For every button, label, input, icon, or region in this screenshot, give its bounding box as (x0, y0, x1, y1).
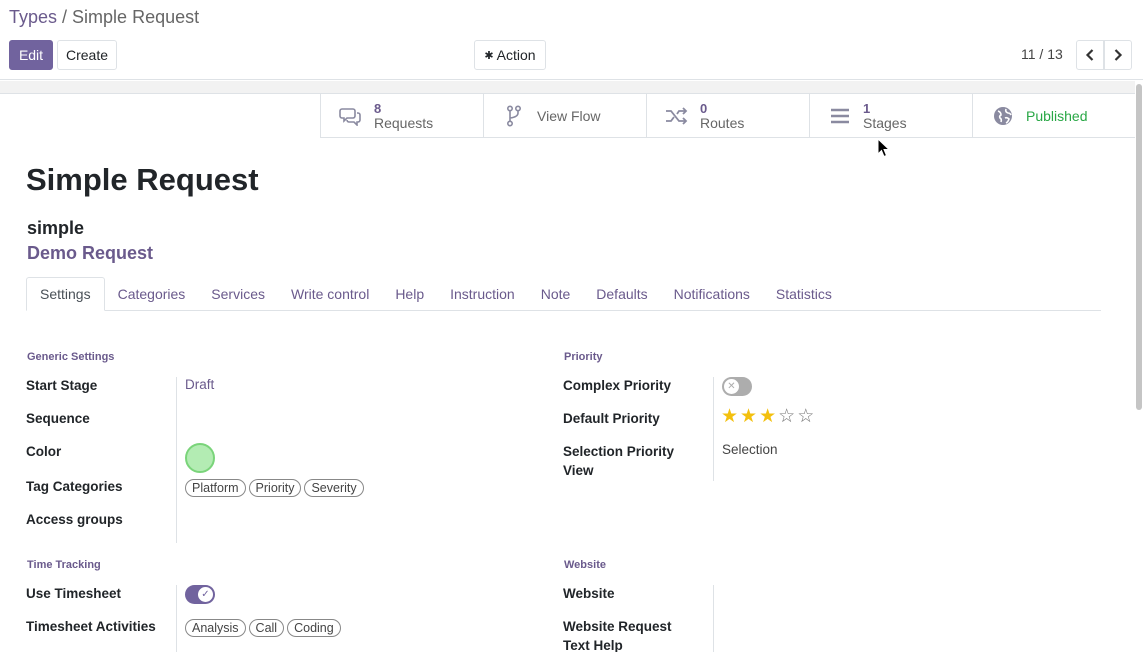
stages-label: Stages (863, 115, 907, 131)
tag-categories-label: Tag Categories (26, 479, 123, 494)
action-button[interactable]: ✱ Action (474, 40, 546, 70)
create-button[interactable]: Create (57, 40, 117, 70)
tag-chip[interactable]: Platform (185, 479, 246, 497)
routes-count: 0 (700, 101, 708, 116)
smart-button-box: 8 Requests View Flow 0 Routes 1 Stages P… (320, 94, 1135, 138)
view-flow-label: View Flow (537, 108, 601, 124)
activity-chip[interactable]: Analysis (185, 619, 246, 637)
breadcrumb-parent-link[interactable]: Types (9, 7, 57, 27)
breadcrumb-current: Simple Request (72, 7, 200, 27)
tab-instruction[interactable]: Instruction (437, 277, 528, 311)
use-timesheet-toggle[interactable]: ✓ (185, 585, 215, 604)
tab-settings[interactable]: Settings (26, 277, 105, 311)
timesheet-activities-label: Timesheet Activities (26, 619, 156, 634)
star-filled-icon[interactable]: ★ (721, 407, 738, 427)
mouse-cursor-icon (877, 138, 891, 158)
selection-priority-view-value[interactable]: Selection (722, 442, 778, 457)
color-picker-swatch[interactable] (185, 443, 215, 473)
requests-stat-button[interactable]: 8 Requests (320, 94, 483, 138)
bars-icon (828, 104, 852, 128)
gear-icon: ✱ (484, 49, 494, 62)
timesheet-activities-tags: Analysis Call Coding (185, 619, 341, 637)
routes-label: Routes (700, 115, 745, 131)
access-groups-label: Access groups (26, 512, 123, 527)
breadcrumb: Types / Simple Request (9, 7, 199, 28)
form-tabs: Settings Categories Services Write contr… (26, 277, 1101, 311)
use-timesheet-label: Use Timesheet (26, 586, 122, 601)
chevron-left-icon (1085, 49, 1094, 61)
check-icon: ✓ (198, 587, 213, 602)
start-stage-value[interactable]: Draft (185, 377, 214, 392)
website-label: Website (563, 586, 615, 601)
time-tracking-title: Time Tracking (27, 559, 101, 571)
action-button-label: Action (496, 47, 536, 63)
tab-notifications[interactable]: Notifications (661, 277, 763, 311)
tab-defaults[interactable]: Defaults (583, 277, 660, 311)
requests-count: 8 (374, 101, 382, 116)
generic-settings-divider (176, 377, 177, 543)
tab-services[interactable]: Services (198, 277, 278, 311)
random-icon (665, 104, 689, 128)
star-empty-icon[interactable]: ☆ (778, 407, 795, 427)
generic-settings-title: Generic Settings (27, 351, 115, 363)
priority-stars: ★ ★ ★ ☆ ☆ (721, 407, 814, 427)
activity-chip[interactable]: Coding (287, 619, 341, 637)
tab-write-control[interactable]: Write control (278, 277, 382, 311)
comments-icon (339, 104, 363, 128)
record-kind-link[interactable]: Demo Request (27, 243, 153, 264)
sequence-label: Sequence (26, 411, 90, 426)
form-sheet: 8 Requests View Flow 0 Routes 1 Stages P… (0, 93, 1135, 652)
routes-stat-button[interactable]: 0 Routes (646, 94, 809, 138)
star-empty-icon[interactable]: ☆ (797, 407, 814, 427)
chevron-right-icon (1114, 49, 1123, 61)
tab-help[interactable]: Help (382, 277, 437, 311)
priority-divider (713, 377, 714, 481)
vertical-scrollbar[interactable] (1136, 84, 1142, 410)
website-request-text-help-label: Website Request Text Help (563, 619, 672, 652)
edit-button[interactable]: Edit (9, 40, 53, 70)
start-stage-label: Start Stage (26, 378, 98, 393)
breadcrumb-separator: / (57, 7, 73, 27)
record-title[interactable]: Simple Request (26, 162, 259, 198)
stages-count: 1 (863, 101, 871, 116)
code-fork-icon (502, 104, 526, 128)
time-tracking-divider (176, 585, 177, 652)
pager-next-button[interactable] (1104, 40, 1132, 70)
tab-categories[interactable]: Categories (105, 277, 199, 311)
control-panel: Types / Simple Request Edit Create ✱ Act… (0, 0, 1143, 80)
stages-stat-button[interactable]: 1 Stages (809, 94, 972, 138)
complex-priority-toggle[interactable]: ✕ (722, 377, 752, 396)
record-code[interactable]: simple (27, 218, 84, 239)
activity-chip[interactable]: Call (248, 619, 285, 637)
published-label: Published (1026, 108, 1088, 124)
pager-value[interactable]: 11 / 13 (1021, 46, 1063, 62)
star-filled-icon[interactable]: ★ (759, 407, 776, 427)
tab-statistics[interactable]: Statistics (763, 277, 845, 311)
globe-icon (991, 104, 1015, 128)
star-filled-icon[interactable]: ★ (740, 407, 757, 427)
tag-chip[interactable]: Priority (248, 479, 302, 497)
published-toggle-button[interactable]: Published (972, 94, 1135, 138)
default-priority-label: Default Priority (563, 411, 660, 426)
priority-title: Priority (564, 351, 603, 363)
view-flow-button[interactable]: View Flow (483, 94, 646, 138)
tab-note[interactable]: Note (528, 277, 584, 311)
requests-label: Requests (374, 115, 434, 131)
complex-priority-label: Complex Priority (563, 378, 672, 393)
color-label: Color (26, 444, 62, 459)
selection-priority-view-label: Selection Priority View (563, 444, 675, 478)
form-content-area: 8 Requests View Flow 0 Routes 1 Stages P… (0, 81, 1135, 652)
tag-categories-tags: Platform Priority Severity (185, 479, 364, 497)
x-icon: ✕ (724, 379, 739, 394)
website-title: Website (564, 559, 606, 571)
website-divider (713, 585, 714, 652)
pager-previous-button[interactable] (1076, 40, 1104, 70)
tag-chip[interactable]: Severity (304, 479, 364, 497)
